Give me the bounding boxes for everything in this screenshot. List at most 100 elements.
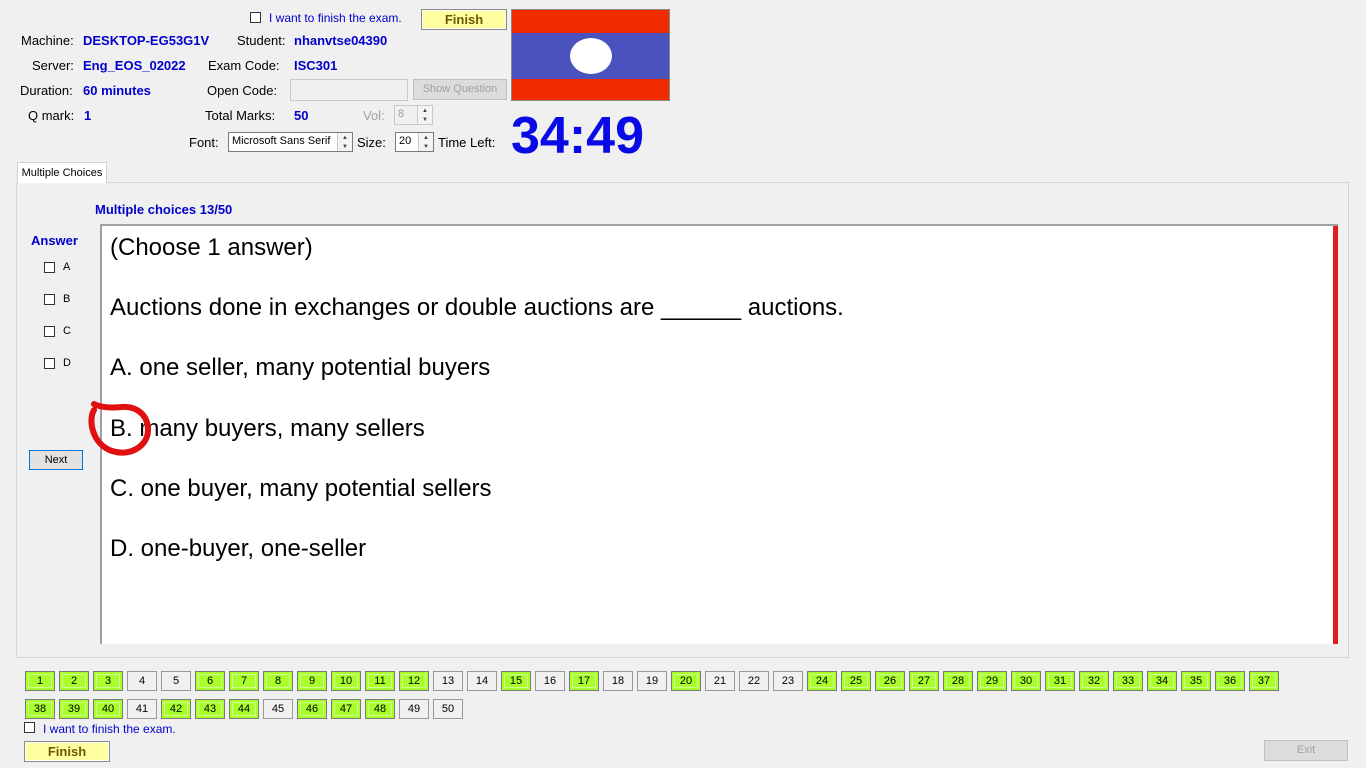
open-code-label: Open Code:	[207, 83, 278, 98]
finish-exam-checkbox-label-bottom: I want to finish the exam.	[43, 722, 176, 736]
question-nav-button-22[interactable]: 22	[739, 671, 769, 691]
answer-label-a: A	[63, 261, 71, 273]
question-nav-button-12[interactable]: 12	[399, 671, 429, 691]
question-nav-button-33[interactable]: 33	[1113, 671, 1143, 691]
finish-button-bottom[interactable]: Finish	[24, 741, 110, 762]
question-nav-button-3[interactable]: 3	[93, 671, 123, 691]
question-nav-button-20[interactable]: 20	[671, 671, 701, 691]
question-nav-button-17[interactable]: 17	[569, 671, 599, 691]
exit-button[interactable]: Exit	[1264, 740, 1348, 761]
question-nav-button-11[interactable]: 11	[365, 671, 395, 691]
volume-stepper[interactable]: 8 ▲ ▼	[394, 105, 433, 125]
option-d-text: D. one-buyer, one-seller	[110, 535, 367, 562]
question-progress: Multiple choices 13/50	[95, 202, 233, 217]
question-nav-button-38[interactable]: 38	[25, 699, 55, 719]
answer-checkbox-d[interactable]	[44, 358, 55, 369]
question-nav-button-1[interactable]: 1	[25, 671, 55, 691]
question-nav-button-26[interactable]: 26	[875, 671, 905, 691]
question-nav-button-36[interactable]: 36	[1215, 671, 1245, 691]
student-value: nhanvtse04390	[294, 33, 388, 48]
question-nav-button-23[interactable]: 23	[773, 671, 803, 691]
question-nav-button-40[interactable]: 40	[93, 699, 123, 719]
next-button[interactable]: Next	[29, 450, 83, 470]
server-label: Server:	[32, 58, 74, 73]
tab-multiple-choices[interactable]: Multiple Choices	[17, 162, 107, 183]
font-value: Microsoft Sans Serif	[232, 135, 331, 147]
question-nav-button-35[interactable]: 35	[1181, 671, 1211, 691]
option-b-text: B. many buyers, many sellers	[110, 415, 425, 442]
question-nav-button-5[interactable]: 5	[161, 671, 191, 691]
question-nav-button-13[interactable]: 13	[433, 671, 463, 691]
red-circle-annotation	[88, 401, 152, 456]
question-nav-button-18[interactable]: 18	[603, 671, 633, 691]
volume-value: 8	[398, 108, 405, 120]
question-nav-button-21[interactable]: 21	[705, 671, 735, 691]
question-nav-button-4[interactable]: 4	[127, 671, 157, 691]
qmark-value: 1	[84, 108, 92, 123]
font-spin-icon[interactable]: ▲ ▼	[337, 133, 352, 151]
time-left-value: 34:49	[511, 107, 644, 165]
server-value: Eng_EOS_02022	[83, 58, 186, 73]
question-nav-button-32[interactable]: 32	[1079, 671, 1109, 691]
vertical-scrollbar[interactable]	[1333, 226, 1338, 644]
answer-label-d: D	[63, 357, 71, 369]
font-label: Font:	[189, 135, 219, 150]
font-select[interactable]: Microsoft Sans Serif ▲ ▼	[228, 132, 353, 152]
answer-checkbox-b[interactable]	[44, 294, 55, 305]
option-a-text: A. one seller, many potential buyers	[110, 354, 491, 381]
question-nav-button-9[interactable]: 9	[297, 671, 327, 691]
answer-checkbox-c[interactable]	[44, 326, 55, 337]
answer-heading: Answer	[31, 233, 78, 248]
size-value: 20	[399, 135, 412, 147]
size-stepper[interactable]: 20 ▲ ▼	[395, 132, 434, 152]
answer-label-c: C	[63, 325, 71, 337]
qmark-label: Q mark:	[28, 108, 75, 123]
question-nav-button-43[interactable]: 43	[195, 699, 225, 719]
question-nav-button-37[interactable]: 37	[1249, 671, 1279, 691]
size-label: Size:	[357, 135, 386, 150]
finish-exam-checkbox-top[interactable]	[250, 12, 261, 23]
question-nav-button-41[interactable]: 41	[127, 699, 157, 719]
show-question-button[interactable]: Show Question	[413, 79, 507, 100]
answer-label-b: B	[63, 293, 71, 305]
question-nav-button-28[interactable]: 28	[943, 671, 973, 691]
question-nav-button-16[interactable]: 16	[535, 671, 565, 691]
question-nav-button-50[interactable]: 50	[433, 699, 463, 719]
answer-checkbox-a[interactable]	[44, 262, 55, 273]
question-nav-button-46[interactable]: 46	[297, 699, 327, 719]
question-nav-button-25[interactable]: 25	[841, 671, 871, 691]
volume-spin-icon[interactable]: ▲ ▼	[417, 106, 432, 124]
finish-button-top[interactable]: Finish	[421, 9, 507, 30]
question-nav-button-15[interactable]: 15	[501, 671, 531, 691]
option-c-text: C. one buyer, many potential sellers	[110, 475, 492, 502]
question-nav-button-8[interactable]: 8	[263, 671, 293, 691]
question-nav-button-49[interactable]: 49	[399, 699, 429, 719]
question-instruction: (Choose 1 answer)	[110, 234, 313, 261]
question-nav-button-42[interactable]: 42	[161, 699, 191, 719]
exam-code-value: ISC301	[294, 58, 338, 73]
question-nav-button-31[interactable]: 31	[1045, 671, 1075, 691]
question-nav-button-30[interactable]: 30	[1011, 671, 1041, 691]
question-nav-button-48[interactable]: 48	[365, 699, 395, 719]
question-nav-button-19[interactable]: 19	[637, 671, 667, 691]
duration-value: 60 minutes	[83, 83, 151, 98]
question-nav-button-47[interactable]: 47	[331, 699, 361, 719]
question-nav-button-7[interactable]: 7	[229, 671, 259, 691]
question-nav-button-27[interactable]: 27	[909, 671, 939, 691]
question-nav-button-14[interactable]: 14	[467, 671, 497, 691]
finish-exam-checkbox-bottom[interactable]	[24, 722, 35, 733]
question-nav-button-2[interactable]: 2	[59, 671, 89, 691]
size-spin-icon[interactable]: ▲ ▼	[418, 133, 433, 151]
exam-code-label: Exam Code:	[208, 58, 280, 73]
question-nav-button-6[interactable]: 6	[195, 671, 225, 691]
question-nav-button-24[interactable]: 24	[807, 671, 837, 691]
question-nav-button-39[interactable]: 39	[59, 699, 89, 719]
open-code-input[interactable]	[290, 79, 408, 101]
question-nav-button-44[interactable]: 44	[229, 699, 259, 719]
question-nav-button-34[interactable]: 34	[1147, 671, 1177, 691]
question-nav-button-29[interactable]: 29	[977, 671, 1007, 691]
student-label: Student:	[237, 33, 286, 48]
total-marks-label: Total Marks:	[205, 108, 276, 123]
question-nav-button-45[interactable]: 45	[263, 699, 293, 719]
question-nav-button-10[interactable]: 10	[331, 671, 361, 691]
